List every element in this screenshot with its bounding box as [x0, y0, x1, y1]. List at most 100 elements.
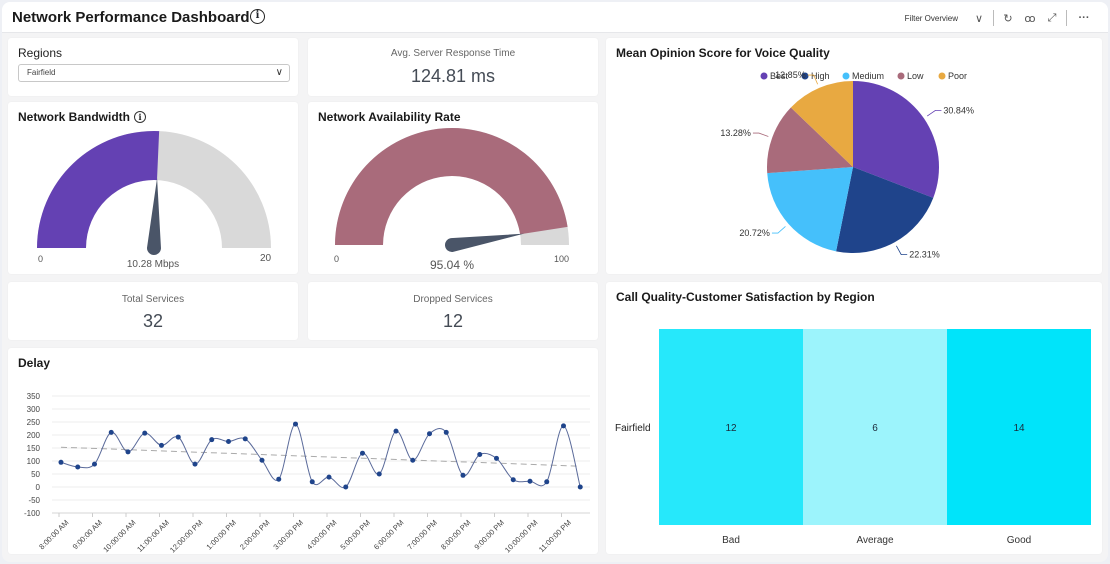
data-point[interactable] [108, 429, 114, 435]
y-tick-label: 50 [31, 470, 40, 479]
data-point[interactable] [360, 450, 365, 456]
legend-label: Low [907, 71, 924, 81]
call-quality-heatmap: Fairfield 12 6 14 Bad Average Good [615, 329, 1091, 546]
more-icon[interactable]: ··· [1070, 8, 1098, 28]
gauge-min-label: 0 [334, 254, 339, 264]
response-time-label: Avg. Server Response Time [390, 48, 516, 59]
y-tick-label: 150 [27, 444, 41, 453]
data-point[interactable] [192, 461, 198, 467]
data-point[interactable] [577, 484, 583, 490]
data-point[interactable] [209, 437, 215, 443]
data-point[interactable] [276, 476, 282, 482]
gauge-value-label: 95.04 % [430, 258, 474, 272]
glasses-icon[interactable]: ꝏ [1019, 8, 1041, 28]
y-tick-label: 100 [27, 457, 41, 466]
data-point[interactable] [376, 471, 382, 477]
heatmap-cell-value: 14 [1013, 423, 1025, 434]
data-point[interactable] [259, 457, 265, 463]
legend-item-medium[interactable]: Medium [842, 71, 885, 81]
expand-icon[interactable]: ⤢ [1041, 8, 1063, 28]
chevron-down-icon[interactable]: ∨ [968, 8, 990, 28]
heatmap-row-label: Fairfield [615, 423, 651, 434]
mos-card: Mean Opinion Score for Voice Quality Bes… [606, 38, 1102, 274]
data-point[interactable] [544, 479, 550, 485]
data-point[interactable] [527, 478, 533, 484]
gauge-max-label: 100 [554, 254, 569, 264]
data-point[interactable] [309, 479, 315, 485]
data-point[interactable] [561, 423, 566, 429]
data-point[interactable] [226, 439, 231, 444]
availability-card: Network Availability Rate 0 100 95.04 % [308, 102, 598, 274]
data-point[interactable] [242, 436, 248, 442]
data-point[interactable] [125, 449, 131, 455]
data-point[interactable] [443, 429, 449, 435]
x-tick-label: 4:00:00 PM [305, 518, 338, 551]
pie-data-label: 12.85% [775, 70, 806, 80]
y-tick-label: 250 [27, 418, 41, 427]
data-point[interactable] [510, 477, 516, 483]
regions-selected-value: Fairfield [27, 68, 56, 77]
dashboard-header: Network Performance Dashboard i Filter O… [2, 2, 1108, 33]
data-point[interactable] [410, 457, 416, 463]
data-point[interactable] [427, 431, 432, 437]
data-point[interactable] [477, 452, 483, 457]
info-icon[interactable]: i [250, 9, 265, 24]
pie-label-connector [771, 226, 786, 234]
gauge-needle [445, 233, 525, 252]
total-services-label: Total Services [121, 294, 185, 305]
pie-label-connector [752, 132, 769, 137]
mos-pie-chart: Best High Medium Low Poor30.84%22.31%20.72%1… [720, 70, 974, 260]
pie-data-label: 22.31% [909, 250, 940, 260]
gauge-fill [37, 131, 160, 248]
legend-item-poor[interactable]: Poor [938, 71, 968, 81]
x-tick-label: 1:00:00 PM [204, 518, 237, 551]
legend-marker [897, 72, 905, 80]
bandwidth-gauge: 0 20 10.28 Mbps [37, 131, 272, 270]
y-tick-label: -100 [24, 509, 41, 518]
data-point[interactable] [326, 474, 332, 480]
y-tick-label: 300 [27, 405, 41, 414]
refresh-icon[interactable]: ↻ [997, 8, 1019, 28]
x-tick-label: 8:00:00 AM [37, 518, 70, 551]
pie-label-connector [896, 245, 908, 256]
x-tick-label: 9:00:00 PM [472, 518, 505, 551]
data-point[interactable] [494, 455, 499, 461]
data-point[interactable] [58, 459, 64, 465]
total-services-card: Total Services 32 [8, 282, 298, 340]
response-time-card: Avg. Server Response Time 124.81 ms [308, 38, 598, 96]
x-tick-label: 10:00:00 AM [101, 518, 137, 554]
regions-select[interactable]: Fairfield ∨ [18, 64, 290, 82]
gauge-value-label: 10.28 Mbps [127, 259, 179, 270]
availability-gauge: 0 100 95.04 % [334, 127, 569, 272]
data-point[interactable] [142, 430, 148, 436]
call-quality-card: Call Quality-Customer Satisfaction by Re… [606, 282, 1102, 554]
data-point[interactable] [75, 464, 81, 470]
toolbar-divider [993, 10, 994, 26]
filter-overview-label[interactable]: Filter Overview [905, 14, 958, 23]
gauge-min-label: 0 [38, 254, 43, 264]
pie-label-connector [926, 109, 942, 117]
legend-marker [938, 72, 946, 80]
data-point[interactable] [293, 421, 298, 427]
dropped-services-label: Dropped Services [413, 294, 493, 305]
data-point[interactable] [343, 484, 349, 490]
heatmap-column-label: Average [856, 535, 894, 546]
legend-item-low[interactable]: Low [897, 71, 925, 81]
data-point[interactable] [460, 472, 466, 478]
x-tick-label: 9:00:00 AM [71, 518, 104, 551]
data-point[interactable] [393, 428, 399, 434]
y-tick-label: 350 [27, 392, 41, 401]
response-time-value: 124.81 ms [410, 66, 496, 86]
trendline [60, 446, 581, 467]
x-tick-label: 11:00:00 PM [537, 518, 573, 554]
x-tick-label: 5:00:00 PM [338, 518, 371, 551]
data-point[interactable] [175, 434, 181, 440]
regions-card: Regions Fairfield ∨ [8, 38, 298, 96]
y-tick-label: -50 [28, 496, 40, 505]
delay-card: Delay 350 300 250 200 150 100 50 0 -50 -100 8:00:0… [8, 348, 598, 554]
x-tick-label: 6:00:00 PM [372, 518, 405, 551]
toolbar: Filter Overview ∨ ↻ ꝏ ⤢ ··· [905, 8, 1098, 28]
data-point[interactable] [92, 461, 97, 467]
chevron-down-icon: ∨ [275, 67, 283, 78]
data-point[interactable] [159, 442, 164, 448]
